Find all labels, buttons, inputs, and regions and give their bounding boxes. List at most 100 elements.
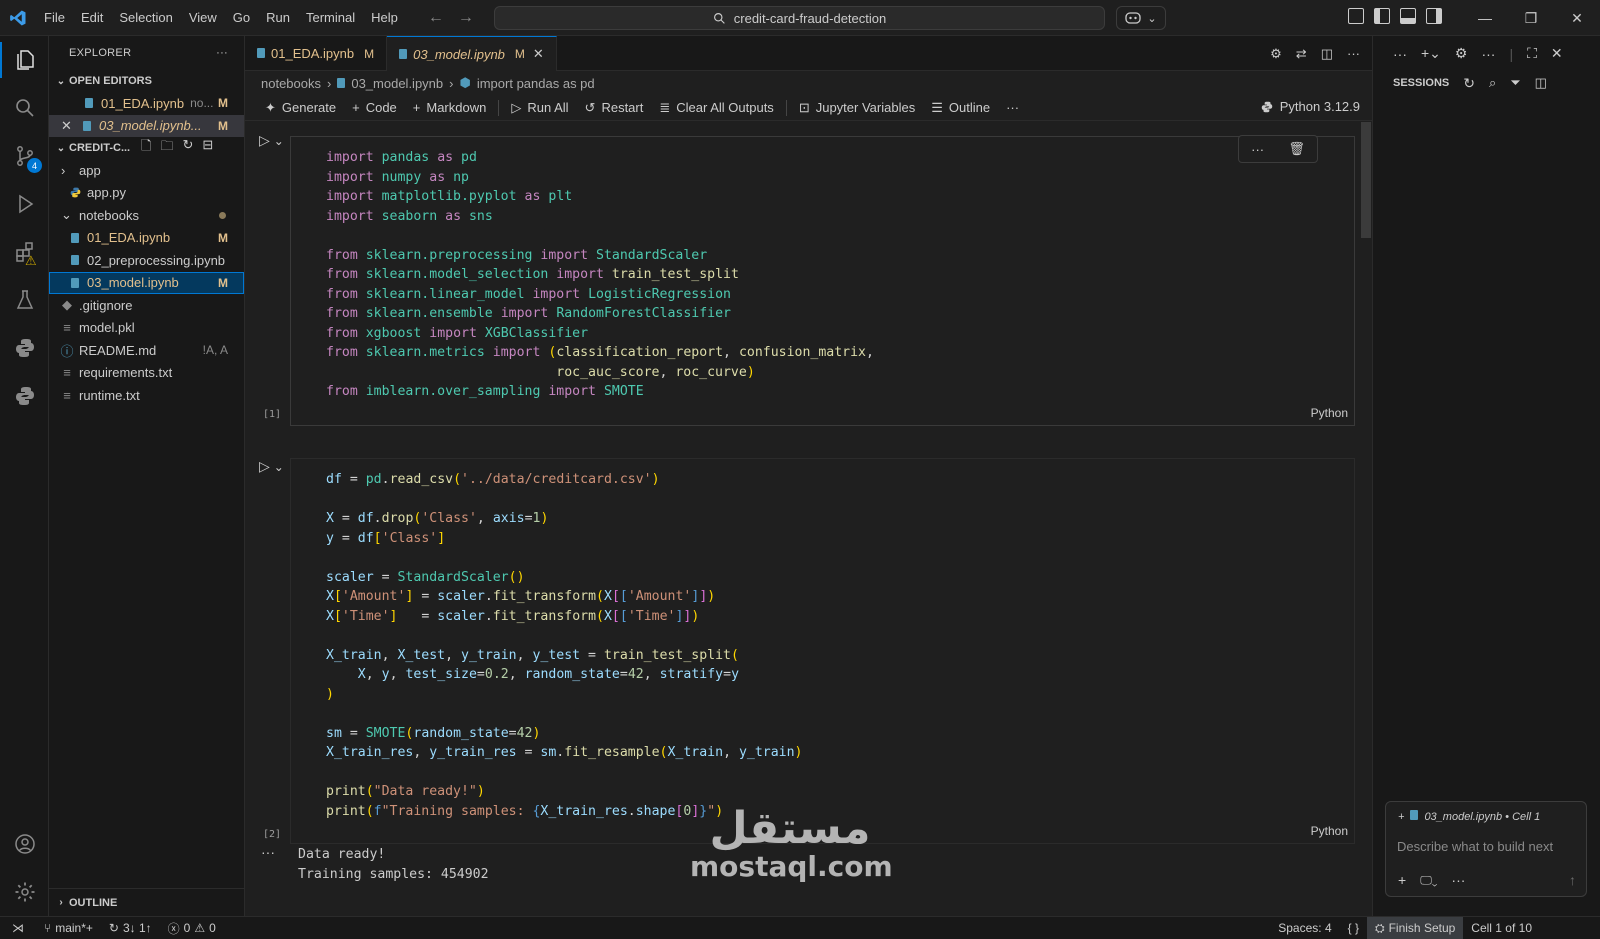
outline-section[interactable]: › OUTLINE xyxy=(49,888,245,916)
menu-help[interactable]: Help xyxy=(363,0,406,36)
cell-indicator[interactable]: Cell 1 of 10 xyxy=(1463,921,1540,935)
more-actions-icon[interactable]: ··· xyxy=(1393,46,1407,62)
settings-gear-icon[interactable]: ⚙ xyxy=(1455,45,1468,62)
add-code-button[interactable]: + Code xyxy=(344,100,405,115)
close-window-icon[interactable]: ✕ xyxy=(1554,0,1600,36)
source-control-activity[interactable]: 4 xyxy=(0,132,49,180)
chat-input[interactable]: Describe what to build next xyxy=(1397,839,1585,854)
menu-selection[interactable]: Selection xyxy=(111,0,180,36)
cell-language[interactable]: Python xyxy=(1311,406,1348,420)
add-context-icon[interactable]: + xyxy=(1398,872,1406,888)
toggle-panel-icon[interactable] xyxy=(1400,8,1416,24)
tab-01-eda[interactable]: 01_EDA.ipynb M xyxy=(245,36,388,71)
problems-indicator[interactable]: ⓧ 0 ⚠ 0 xyxy=(160,920,224,937)
testing-activity[interactable] xyxy=(0,276,49,324)
editor-scrollbar[interactable] xyxy=(1361,122,1371,238)
tab-03-model[interactable]: 03_model.ipynb M ✕ xyxy=(387,36,557,71)
add-markdown-button[interactable]: + Markdown xyxy=(405,100,495,115)
close-icon[interactable]: ✕ xyxy=(533,46,544,62)
finish-setup-button[interactable]: ⛭ Finish Setup xyxy=(1366,917,1464,939)
run-cell-button[interactable]: ▷ ⌄ xyxy=(259,132,284,149)
compare-changes-icon[interactable]: ⇄ xyxy=(1296,46,1307,62)
trash-icon[interactable]: 🗑 xyxy=(1288,141,1305,157)
close-icon[interactable]: ✕ xyxy=(1551,45,1563,62)
more-actions-icon[interactable]: ··· xyxy=(216,47,228,59)
tree-file-requirements[interactable]: ≡ requirements.txt xyxy=(49,362,244,385)
code-cell[interactable]: ▷ ⌄ [2] df = pd.read_csv('../data/creditc… xyxy=(245,442,1360,844)
extensions-activity[interactable]: ⚠ xyxy=(0,228,49,276)
kernel-picker[interactable]: Python 3.12.9 xyxy=(1260,99,1360,114)
code-editor[interactable]: df = pd.read_csv('../data/creditcard.csv… xyxy=(290,458,1355,844)
more-actions-icon[interactable]: ··· xyxy=(1347,46,1360,61)
copilot-button[interactable]: ⌄ xyxy=(1116,6,1166,30)
open-editor-item[interactable]: ✕ 03_model.ipynb... M xyxy=(49,114,244,137)
workspace-section[interactable]: ⌄ CREDIT-C... 🗋 🗀 ↻ ⊟ xyxy=(49,137,244,159)
menu-file[interactable]: File xyxy=(36,0,73,36)
split-icon[interactable]: ◫ xyxy=(1535,75,1547,91)
code-cell[interactable]: ▷ ⌄ [1] import pandas as pd import numpy … xyxy=(245,122,1360,432)
tree-file-app-py[interactable]: app.py xyxy=(49,182,244,205)
more-actions-icon[interactable]: ··· xyxy=(1251,142,1264,157)
monitor-icon[interactable]: 🖵⌄ xyxy=(1420,873,1437,888)
outline-button[interactable]: ☰ Outline xyxy=(923,100,998,116)
new-chat-icon[interactable]: +⌄ xyxy=(1421,45,1441,62)
forward-arrow-icon[interactable]: → xyxy=(458,9,474,27)
toggle-secondary-sidebar-icon[interactable] xyxy=(1426,8,1442,24)
collapse-all-icon[interactable]: ⊟ xyxy=(202,137,213,159)
git-sync[interactable]: ↻ 3↓ 1↑ xyxy=(101,921,160,935)
remote-indicator[interactable]: ⋊ xyxy=(0,921,36,935)
breadcrumb-symbol[interactable]: import pandas as pd xyxy=(477,76,595,91)
tree-file-01-eda[interactable]: 01_EDA.ipynb M xyxy=(49,227,244,250)
language-braces[interactable]: { } xyxy=(1340,921,1367,935)
run-cell-button[interactable]: ▷ ⌄ xyxy=(259,458,284,475)
customize-layout-icon[interactable] xyxy=(1348,8,1364,24)
generate-button[interactable]: ✦ Generate xyxy=(257,100,344,116)
python-activity[interactable] xyxy=(0,324,49,372)
menu-terminal[interactable]: Terminal xyxy=(298,0,363,36)
menu-go[interactable]: Go xyxy=(225,0,258,36)
more-actions-icon[interactable]: ··· xyxy=(1451,872,1465,888)
output-actions-icon[interactable]: ··· xyxy=(261,844,275,860)
open-editors-section[interactable]: ⌄ OPEN EDITORS xyxy=(49,70,244,92)
split-editor-icon[interactable]: ◫ xyxy=(1321,46,1333,62)
tree-folder-notebooks[interactable]: ⌄ notebooks xyxy=(49,204,244,227)
search-activity[interactable] xyxy=(0,84,49,132)
run-all-button[interactable]: ▷ Run All xyxy=(503,100,576,116)
refresh-icon[interactable]: ↻ xyxy=(182,137,193,159)
close-icon[interactable]: ✕ xyxy=(61,118,79,134)
settings-gear-icon[interactable]: ⚙ xyxy=(1270,46,1282,62)
run-debug-activity[interactable] xyxy=(0,180,49,228)
search-icon[interactable]: ⌕ xyxy=(1489,75,1496,91)
toggle-primary-sidebar-icon[interactable] xyxy=(1374,8,1390,24)
new-folder-icon[interactable]: 🗀 xyxy=(160,137,173,159)
new-file-icon[interactable]: 🗋 xyxy=(141,137,151,159)
code-editor[interactable]: import pandas as pd import numpy as np i… xyxy=(290,135,1355,426)
restart-button[interactable]: ↺ Restart xyxy=(577,100,652,116)
menu-run[interactable]: Run xyxy=(258,0,298,36)
menu-view[interactable]: View xyxy=(181,0,225,36)
tree-file-03-model[interactable]: 03_model.ipynb M xyxy=(49,271,244,294)
maximize-icon[interactable]: ⛶ xyxy=(1527,45,1537,62)
tree-file-gitignore[interactable]: ◆ .gitignore xyxy=(49,294,244,317)
minimize-icon[interactable]: — xyxy=(1462,0,1508,36)
send-icon[interactable]: ↑ xyxy=(1569,872,1576,888)
accounts-activity[interactable] xyxy=(0,820,49,868)
more-toolbar-button[interactable]: ··· xyxy=(998,100,1027,115)
open-editor-item[interactable]: 01_EDA.ipynb no... M xyxy=(49,92,244,115)
menu-edit[interactable]: Edit xyxy=(73,0,111,36)
indentation[interactable]: Spaces: 4 xyxy=(1270,921,1339,935)
command-center[interactable]: credit-card-fraud-detection xyxy=(494,6,1105,30)
chat-input-box[interactable]: + 03_model.ipynb • Cell 1 Describe what … xyxy=(1385,801,1587,897)
tree-file-02-preprocessing[interactable]: 02_preprocessing.ipynb xyxy=(49,249,244,272)
manage-activity[interactable] xyxy=(0,868,49,916)
clear-outputs-button[interactable]: ≣ Clear All Outputs xyxy=(651,100,781,116)
plus-icon[interactable]: + xyxy=(1398,811,1404,823)
tree-file-model-pkl[interactable]: ≡ model.pkl xyxy=(49,317,244,340)
filter-icon[interactable]: ⏷ xyxy=(1510,75,1520,91)
git-branch[interactable]: ⑂ main*+ xyxy=(36,921,101,935)
back-arrow-icon[interactable]: ← xyxy=(428,9,444,27)
refresh-icon[interactable]: ↻ xyxy=(1463,75,1475,92)
more-actions-icon[interactable]: ··· xyxy=(1481,46,1495,62)
explorer-activity[interactable] xyxy=(0,36,49,84)
breadcrumb-folder[interactable]: notebooks xyxy=(261,76,321,91)
